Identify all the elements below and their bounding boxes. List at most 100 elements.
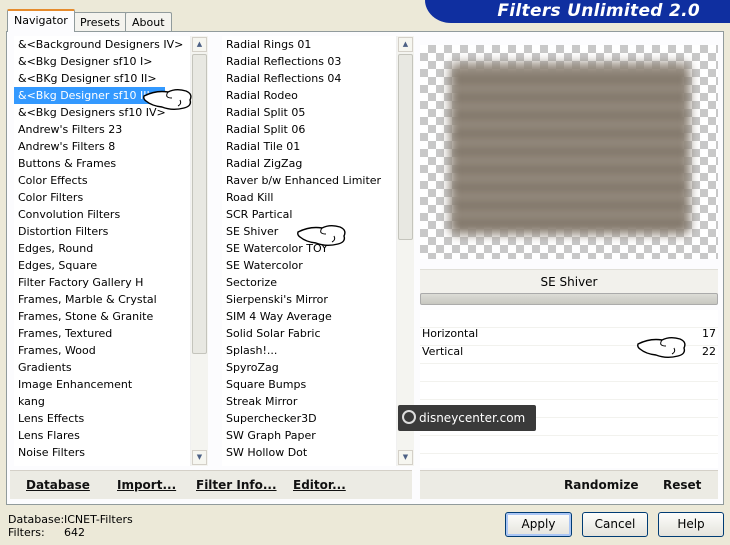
list-item-label: Andrew's Filters 23: [18, 123, 123, 136]
list-item[interactable]: Radial Reflections 04: [222, 70, 397, 87]
list-item[interactable]: Sierpenski's Mirror: [222, 291, 397, 308]
list-item[interactable]: SpyroZag: [222, 359, 397, 376]
list-item[interactable]: Radial Rodeo: [222, 87, 397, 104]
list-item-label: Splash!...: [226, 344, 278, 357]
pointing-hand-icon: [143, 89, 192, 110]
list-item[interactable]: Edges, Round: [14, 240, 191, 257]
list-item[interactable]: kang: [14, 393, 191, 410]
list-item-label: &<Bkg Designer sf10 I>: [18, 55, 153, 68]
scroll-down-icon[interactable]: ▼: [192, 450, 207, 465]
list-item[interactable]: Radial Split 05: [222, 104, 397, 121]
list-item[interactable]: Image Enhancement: [14, 376, 191, 393]
list-item-label: Color Filters: [18, 191, 84, 204]
list-item-label: Solid Solar Fabric: [226, 327, 321, 340]
list-item[interactable]: Radial Rings 01: [222, 36, 397, 53]
list-item[interactable]: Gradients: [14, 359, 191, 376]
filter-scrollbar[interactable]: ▲ ▼: [396, 36, 414, 466]
list-item[interactable]: Filter Factory Gallery H: [14, 274, 191, 291]
list-item[interactable]: Color Effects: [14, 172, 191, 189]
list-item-label: Filter Factory Gallery H: [18, 276, 144, 289]
status-filters-label: Filters:: [8, 526, 45, 539]
param-value: 22: [702, 345, 716, 358]
list-item[interactable]: Radial Reflections 03: [222, 53, 397, 70]
watermark-logo: disneycenter.com: [398, 405, 536, 431]
list-item[interactable]: SIM 4 Way Average: [222, 308, 397, 325]
scroll-thumb[interactable]: [192, 54, 207, 354]
list-item-label: Radial Reflections 04: [226, 72, 342, 85]
watermark-text: disneycenter.com: [419, 411, 526, 425]
editor-link[interactable]: Editor...: [293, 478, 346, 492]
list-item[interactable]: Raver b/w Enhanced Limiter: [222, 172, 397, 189]
list-item-label: Radial Split 06: [226, 123, 306, 136]
list-item[interactable]: SCR Partical: [222, 206, 397, 223]
list-item[interactable]: Sectorize: [222, 274, 397, 291]
tab-about[interactable]: About: [125, 12, 172, 31]
list-item-label: Sectorize: [226, 276, 277, 289]
list-item[interactable]: Andrew's Filters 23: [14, 121, 191, 138]
apply-button[interactable]: Apply: [505, 512, 572, 537]
tab-navigator[interactable]: Navigator: [7, 9, 75, 32]
list-item-label: Lens Flares: [18, 429, 80, 442]
window-title: Filters Unlimited 2.0: [497, 1, 700, 21]
list-item[interactable]: &<Background Designers IV>: [14, 36, 191, 53]
list-item-label: Sierpenski's Mirror: [226, 293, 328, 306]
list-item-label: Streak Mirror: [226, 395, 298, 408]
reset-button[interactable]: Reset: [663, 478, 701, 492]
list-item[interactable]: Frames, Marble & Crystal: [14, 291, 191, 308]
scroll-up-icon[interactable]: ▲: [398, 37, 413, 52]
list-item-label: SCR Partical: [226, 208, 293, 221]
list-item[interactable]: Radial ZigZag: [222, 155, 397, 172]
status-database: Database: ICNET-Filters: [8, 513, 133, 526]
scroll-thumb[interactable]: [398, 54, 413, 240]
list-item-label: SIM 4 Way Average: [226, 310, 332, 323]
list-item[interactable]: Frames, Textured: [14, 325, 191, 342]
database-link[interactable]: Database: [26, 478, 90, 492]
list-item[interactable]: Splash!...: [222, 342, 397, 359]
list-item[interactable]: Superchecker3D: [222, 410, 397, 427]
preview-image: [420, 45, 718, 259]
list-item[interactable]: Frames, Wood: [14, 342, 191, 359]
list-item[interactable]: Convolution Filters: [14, 206, 191, 223]
list-item[interactable]: SW Hollow Dot: [222, 444, 397, 461]
globe-icon: [402, 410, 416, 424]
list-item[interactable]: Buttons & Frames: [14, 155, 191, 172]
param-label: Horizontal: [422, 327, 479, 340]
list-item[interactable]: Radial Split 06: [222, 121, 397, 138]
cancel-button[interactable]: Cancel: [582, 512, 648, 537]
list-item[interactable]: Lens Effects: [14, 410, 191, 427]
import-link[interactable]: Import...: [117, 478, 176, 492]
list-item[interactable]: Solid Solar Fabric: [222, 325, 397, 342]
list-item[interactable]: Edges, Square: [14, 257, 191, 274]
list-item[interactable]: Frames, Stone & Granite: [14, 308, 191, 325]
help-button[interactable]: Help: [658, 512, 724, 537]
param-label: Vertical: [422, 345, 464, 358]
randomize-button[interactable]: Randomize: [564, 478, 638, 492]
list-item[interactable]: Lens Flares: [14, 427, 191, 444]
list-item[interactable]: Distortion Filters: [14, 223, 191, 240]
list-item-label: Radial Split 05: [226, 106, 306, 119]
list-item-label: Frames, Wood: [18, 344, 96, 357]
scroll-up-icon[interactable]: ▲: [192, 37, 207, 52]
scroll-down-icon[interactable]: ▼: [398, 450, 413, 465]
list-item[interactable]: SW Graph Paper: [222, 427, 397, 444]
filter-info-link[interactable]: Filter Info...: [196, 478, 277, 492]
tab-presets[interactable]: Presets: [73, 12, 128, 31]
list-item[interactable]: Radial Tile 01: [222, 138, 397, 155]
parameter-slider[interactable]: [420, 293, 718, 305]
list-item-label: Superchecker3D: [226, 412, 317, 425]
list-item[interactable]: SE Watercolor: [222, 257, 397, 274]
list-item-label: Image Enhancement: [18, 378, 133, 391]
list-item[interactable]: &<BKg Designer sf10 II>: [14, 70, 191, 87]
list-item[interactable]: Andrew's Filters 8: [14, 138, 191, 155]
list-item[interactable]: Road Kill: [222, 189, 397, 206]
list-item-label: Radial Rodeo: [226, 89, 298, 102]
list-item[interactable]: &<Bkg Designer sf10 I>: [14, 53, 191, 70]
filter-list[interactable]: Radial Rings 01 Radial Reflections 03 Radi…: [222, 36, 414, 466]
list-item[interactable]: Square Bumps: [222, 376, 397, 393]
list-item[interactable]: Streak Mirror: [222, 393, 397, 410]
list-item-label: Andrew's Filters 8: [18, 140, 116, 153]
list-item[interactable]: Noise Filters: [14, 444, 191, 461]
list-item[interactable]: Color Filters: [14, 189, 191, 206]
list-item-label: Edges, Round: [18, 242, 94, 255]
status-database-value: ICNET-Filters: [64, 513, 133, 526]
